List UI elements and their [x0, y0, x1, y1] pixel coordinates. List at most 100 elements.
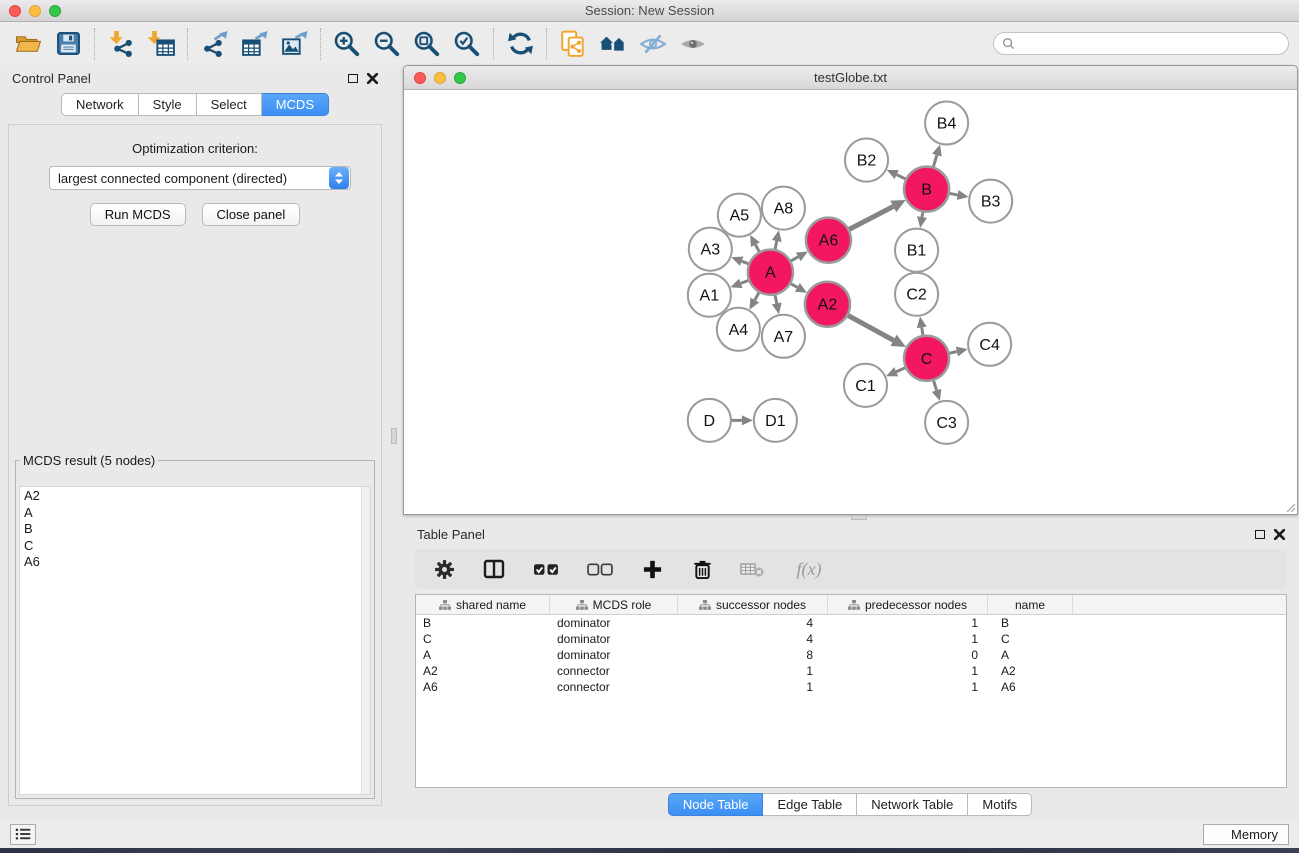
table-cell[interactable]: 0: [828, 648, 988, 662]
table-cell[interactable]: 1: [828, 664, 988, 678]
function-builder-icon[interactable]: f(x): [789, 556, 829, 582]
table-row[interactable]: Bdominator41B: [416, 615, 1286, 631]
tab-mcds[interactable]: MCDS: [262, 93, 329, 116]
select-all-rows-icon[interactable]: [531, 556, 561, 582]
table-cell[interactable]: A: [416, 648, 550, 662]
import-table-icon[interactable]: [141, 27, 181, 61]
table-cell[interactable]: C: [416, 632, 550, 646]
graph-edge-A6-B[interactable]: [846, 206, 893, 231]
resize-grip-icon[interactable]: [1284, 501, 1296, 513]
mcds-result-list[interactable]: A2ABCA6: [19, 486, 371, 795]
open-file-icon[interactable]: [8, 27, 48, 61]
graph-node-label: C1: [855, 378, 876, 395]
delete-table-icon[interactable]: [739, 556, 765, 582]
zoom-selected-icon[interactable]: [447, 27, 487, 61]
splitter-grip[interactable]: [851, 515, 867, 520]
table-cell[interactable]: 4: [678, 616, 828, 630]
mcds-result-item[interactable]: A2: [24, 488, 370, 505]
float-panel-icon[interactable]: [348, 74, 358, 83]
table-cell[interactable]: 1: [828, 616, 988, 630]
tab-motifs[interactable]: Motifs: [968, 793, 1032, 816]
show-panels-menu-button[interactable]: [10, 824, 36, 845]
table-row[interactable]: A6connector11A6: [416, 679, 1286, 695]
table-cell[interactable]: B: [988, 616, 1073, 630]
zoom-fit-icon[interactable]: [407, 27, 447, 61]
close-panel-icon[interactable]: [1274, 529, 1285, 540]
hierarchy-icon: [699, 600, 711, 610]
table-cell[interactable]: dominator: [550, 648, 678, 662]
tab-edge-table[interactable]: Edge Table: [763, 793, 857, 816]
save-session-icon[interactable]: [48, 27, 88, 61]
mcds-result-item[interactable]: A: [24, 505, 370, 522]
table-cell[interactable]: connector: [550, 680, 678, 694]
table-cell[interactable]: A2: [988, 664, 1073, 678]
horizontal-splitter[interactable]: [403, 515, 1299, 521]
mcds-result-item[interactable]: A6: [24, 554, 370, 571]
column-header-name[interactable]: name: [988, 595, 1073, 614]
show-all-icon[interactable]: [673, 27, 713, 61]
table-cell[interactable]: B: [416, 616, 550, 630]
table-cell[interactable]: 1: [828, 632, 988, 646]
status-bar: Memory: [0, 820, 1299, 848]
table-cell[interactable]: 1: [828, 680, 988, 694]
graph-edge-arrowhead: [917, 216, 927, 228]
search-input[interactable]: [1020, 37, 1280, 51]
memory-button[interactable]: Memory: [1203, 824, 1289, 845]
table-cell[interactable]: A: [988, 648, 1073, 662]
graph-node-label: B3: [981, 194, 1001, 211]
table-toolbar: f(x): [415, 549, 1287, 589]
column-header-successor-nodes[interactable]: successor nodes: [678, 595, 828, 614]
column-header-mcds-role[interactable]: MCDS role: [550, 595, 678, 614]
zoom-in-icon[interactable]: [327, 27, 367, 61]
run-mcds-button[interactable]: Run MCDS: [90, 203, 186, 226]
table-cell[interactable]: C: [988, 632, 1073, 646]
result-scrollbar[interactable]: [361, 487, 370, 794]
table-row[interactable]: Cdominator41C: [416, 631, 1286, 647]
table-cell[interactable]: dominator: [550, 632, 678, 646]
delete-row-icon[interactable]: [689, 556, 715, 582]
tab-network[interactable]: Network: [61, 93, 139, 116]
table-cell[interactable]: A6: [416, 680, 550, 694]
mcds-result-item[interactable]: B: [24, 521, 370, 538]
close-panel-button[interactable]: Close panel: [202, 203, 301, 226]
table-cell[interactable]: 1: [678, 680, 828, 694]
float-panel-icon[interactable]: [1255, 530, 1265, 539]
table-cell[interactable]: 4: [678, 632, 828, 646]
tab-style[interactable]: Style: [139, 93, 197, 116]
zoom-out-icon[interactable]: [367, 27, 407, 61]
first-neighbors-icon[interactable]: [593, 27, 633, 61]
column-header-predecessor-nodes[interactable]: predecessor nodes: [828, 595, 988, 614]
attribute-settings-icon[interactable]: [431, 556, 457, 582]
tab-network-table[interactable]: Network Table: [857, 793, 968, 816]
add-row-icon[interactable]: [639, 556, 665, 582]
export-image-icon[interactable]: [274, 27, 314, 61]
mcds-result-item[interactable]: C: [24, 538, 370, 555]
show-column-icon[interactable]: [481, 556, 507, 582]
table-cell[interactable]: connector: [550, 664, 678, 678]
table-cell[interactable]: 1: [678, 664, 828, 678]
close-panel-icon[interactable]: [367, 73, 378, 84]
export-network-icon[interactable]: [194, 27, 234, 61]
import-network-icon[interactable]: [101, 27, 141, 61]
table-cell[interactable]: 8: [678, 648, 828, 662]
export-table-icon[interactable]: [234, 27, 274, 61]
table-row[interactable]: A2connector11A2: [416, 663, 1286, 679]
graph-edge-A2-C[interactable]: [845, 314, 894, 341]
new-network-from-selection-icon[interactable]: [553, 27, 593, 61]
tab-select[interactable]: Select: [197, 93, 262, 116]
network-canvas[interactable]: AA1A2A3A4A5A6A7A8BB1B2B3B4CC1C2C3C4DD1: [404, 90, 1297, 514]
criterion-dropdown[interactable]: largest connected component (directed): [49, 166, 351, 190]
table-cell[interactable]: A2: [416, 664, 550, 678]
table-cell[interactable]: A6: [988, 680, 1073, 694]
network-graph[interactable]: AA1A2A3A4A5A6A7A8BB1B2B3B4CC1C2C3C4DD1: [404, 90, 1297, 514]
search-field[interactable]: [993, 32, 1289, 55]
refresh-view-icon[interactable]: [500, 27, 540, 61]
column-header-shared-name[interactable]: shared name: [416, 595, 550, 614]
table-cell[interactable]: dominator: [550, 616, 678, 630]
deselect-all-rows-icon[interactable]: [585, 556, 615, 582]
table-row[interactable]: Adominator80A: [416, 647, 1286, 663]
splitter-grip[interactable]: [391, 428, 397, 444]
graph-node-label: C2: [906, 287, 927, 304]
tab-node-table[interactable]: Node Table: [668, 793, 764, 816]
hide-selected-icon[interactable]: [633, 27, 673, 61]
